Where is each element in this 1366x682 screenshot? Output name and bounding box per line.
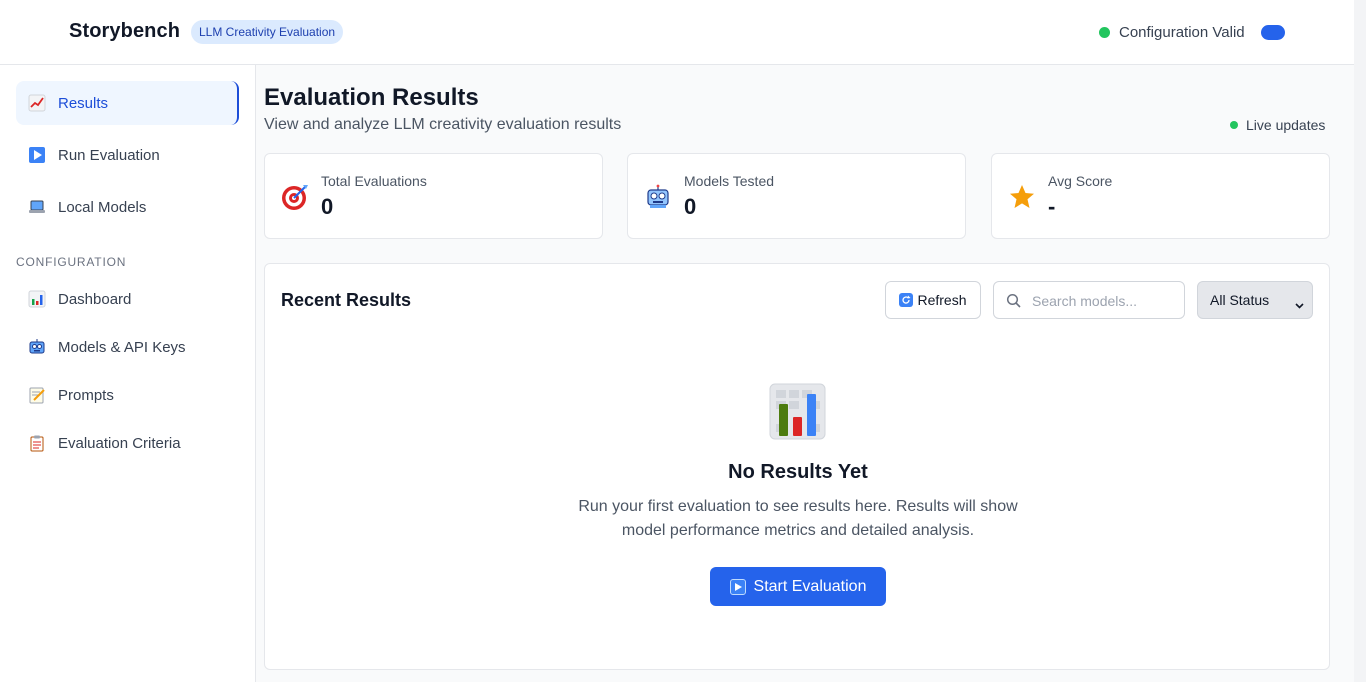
section-label-configuration: CONFIGURATION: [16, 255, 127, 269]
sidebar-item-label: Prompts: [58, 386, 114, 404]
config-status-text: Configuration Valid: [1119, 23, 1245, 41]
chart-increasing-icon: [28, 94, 46, 112]
status-filter-select[interactable]: All Status: [1197, 281, 1313, 319]
start-evaluation-button[interactable]: Start Evaluation: [710, 567, 886, 606]
live-updates-label: Live updates: [1246, 117, 1326, 133]
robot-icon: [28, 338, 46, 356]
page-title: Evaluation Results: [264, 84, 479, 111]
memo-icon: [28, 386, 46, 404]
sidebar-item-label: Models & API Keys: [58, 338, 186, 356]
recent-results-panel: Recent Results Refresh All Status: [264, 263, 1330, 670]
empty-state-description: Run your first evaluation to see results…: [578, 498, 1018, 539]
sidebar-item-label: Run Evaluation: [58, 146, 160, 164]
start-evaluation-label: Start Evaluation: [753, 577, 867, 595]
status-filter-value: All Status: [1210, 292, 1270, 308]
app-title: Storybench: [69, 20, 181, 42]
live-updates-indicator: Live updates: [1230, 117, 1325, 133]
refresh-icon: [899, 293, 914, 307]
stat-card-avg-score: Avg Score -: [991, 153, 1330, 239]
sidebar-item-run-evaluation[interactable]: Run Evaluation: [16, 133, 239, 177]
bar-chart-icon: [769, 383, 826, 440]
sidebar-item-results[interactable]: Results: [16, 81, 239, 125]
clipboard-icon: [28, 434, 46, 452]
star-icon: [1007, 182, 1037, 212]
target-icon: [280, 182, 310, 212]
stat-value: -: [1048, 194, 1056, 219]
search-input[interactable]: [1032, 290, 1177, 312]
sidebar-item-prompts[interactable]: Prompts: [16, 373, 239, 417]
stat-label: Total Evaluations: [321, 173, 427, 189]
stat-card-total-evaluations: Total Evaluations 0: [264, 153, 603, 239]
sidebar-item-label: Dashboard: [58, 290, 132, 308]
sidebar: Results Run Evaluation Local Models CONF…: [0, 65, 256, 682]
top-header: Storybench LLM Creativity Evaluation Con…: [0, 0, 1354, 65]
chevron-down-icon: [1295, 297, 1304, 309]
config-status: Configuration Valid: [1099, 23, 1245, 41]
empty-state-title: No Results Yet: [728, 461, 868, 483]
laptop-icon: [28, 198, 46, 216]
panel-title: Recent Results: [281, 290, 412, 310]
robot-icon: [643, 182, 673, 212]
sidebar-item-evaluation-criteria[interactable]: Evaluation Criteria: [16, 421, 239, 465]
play-button-icon: [729, 578, 746, 595]
app-badge: LLM Creativity Evaluation: [191, 20, 344, 44]
search-icon: [1006, 293, 1022, 309]
sidebar-item-label: Local Models: [58, 198, 147, 216]
sidebar-item-dashboard[interactable]: Dashboard: [16, 277, 239, 321]
play-button-icon: [28, 146, 46, 164]
theme-toggle[interactable]: [1261, 25, 1285, 40]
sidebar-item-label: Results: [58, 94, 109, 112]
page-subtitle: View and analyze LLM creativity evaluati…: [264, 116, 622, 133]
status-dot-icon: [1099, 26, 1110, 38]
bar-chart-icon: [28, 290, 46, 308]
refresh-label: Refresh: [917, 292, 967, 308]
sidebar-item-models-api-keys[interactable]: Models & API Keys: [16, 325, 239, 369]
stat-card-models-tested: Models Tested 0: [627, 153, 966, 239]
stat-label: Models Tested: [684, 173, 775, 189]
stat-value: 0: [321, 194, 334, 219]
stat-value: 0: [684, 194, 697, 219]
sidebar-item-label: Evaluation Criteria: [58, 434, 181, 452]
search-box[interactable]: [993, 281, 1185, 319]
live-dot-icon: [1230, 121, 1238, 129]
stat-label: Avg Score: [1048, 173, 1113, 189]
scrollbar[interactable]: [1354, 0, 1366, 682]
sidebar-item-local-models[interactable]: Local Models: [16, 185, 239, 229]
refresh-button[interactable]: Refresh: [885, 281, 981, 319]
